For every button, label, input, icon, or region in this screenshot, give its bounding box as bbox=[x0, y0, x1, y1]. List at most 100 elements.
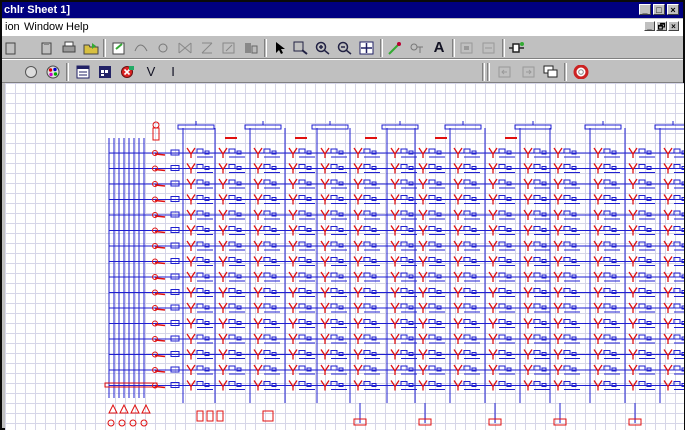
zoom-fit-icon[interactable] bbox=[358, 39, 376, 56]
resize-icon[interactable] bbox=[220, 39, 238, 56]
paste-icon[interactable] bbox=[38, 39, 56, 56]
schematic-trace bbox=[400, 334, 408, 340]
connector-icon[interactable] bbox=[508, 39, 526, 56]
schematic-trace bbox=[330, 210, 338, 216]
open-folder-icon[interactable] bbox=[82, 39, 100, 56]
schematic-trace bbox=[330, 303, 338, 309]
schematic-trace bbox=[638, 179, 646, 185]
schematic-trace bbox=[263, 257, 271, 262]
list-icon[interactable] bbox=[74, 63, 92, 80]
schematic-trace bbox=[603, 179, 611, 185]
schematic-trace bbox=[154, 168, 166, 172]
toolbar-separator bbox=[66, 63, 69, 81]
schematic-trace bbox=[298, 272, 306, 278]
palette-icon[interactable] bbox=[44, 63, 62, 80]
schematic-trace bbox=[298, 350, 306, 355]
schematic-trace bbox=[638, 164, 646, 169]
schematic-trace bbox=[533, 210, 541, 216]
copy-icon[interactable] bbox=[2, 39, 20, 56]
mdi-close-button[interactable]: × bbox=[668, 21, 679, 31]
voltage-probe-button[interactable]: V bbox=[142, 63, 160, 80]
schematic-trace bbox=[533, 241, 541, 247]
schematic-trace bbox=[673, 179, 681, 185]
schematic-trace bbox=[400, 241, 408, 247]
schematic-trace bbox=[428, 257, 436, 262]
new-sheet-icon[interactable] bbox=[110, 39, 128, 56]
schematic-trace bbox=[603, 288, 611, 293]
schematic-trace bbox=[298, 226, 306, 231]
schematic-trace bbox=[154, 230, 166, 234]
schematic-trace bbox=[563, 226, 571, 231]
schematic-trace bbox=[463, 241, 471, 247]
schematic-trace bbox=[330, 365, 338, 371]
schematic-trace bbox=[363, 350, 371, 355]
schematic-trace bbox=[463, 319, 471, 324]
schematic-trace bbox=[498, 148, 506, 154]
toolbar-separator bbox=[103, 39, 106, 57]
netname-icon[interactable] bbox=[408, 39, 426, 56]
wire-icon[interactable] bbox=[132, 39, 150, 56]
schematic-trace bbox=[563, 164, 571, 169]
close-button[interactable]: × bbox=[667, 4, 679, 15]
menu-item-options[interactable]: ion bbox=[5, 19, 20, 35]
schematic-trace bbox=[463, 179, 471, 185]
rotate-icon[interactable] bbox=[198, 39, 216, 56]
schematic-trace bbox=[196, 319, 204, 324]
schematic-trace bbox=[428, 148, 436, 154]
circle-icon[interactable] bbox=[22, 63, 40, 80]
schematic-trace bbox=[400, 179, 408, 185]
zoom-in-icon[interactable] bbox=[314, 39, 332, 56]
schematic-trace bbox=[228, 350, 236, 355]
maximize-button[interactable]: □ bbox=[653, 4, 665, 15]
mirror-icon[interactable] bbox=[176, 39, 194, 56]
schematic-trace bbox=[498, 195, 506, 200]
schematic-trace bbox=[533, 226, 541, 231]
back-icon[interactable] bbox=[496, 63, 514, 80]
menu-item-window[interactable]: Window bbox=[24, 19, 63, 35]
schematic-trace bbox=[263, 334, 271, 340]
schematic-trace bbox=[673, 365, 681, 371]
schematic-trace bbox=[673, 350, 681, 355]
zoom-out-icon[interactable] bbox=[336, 39, 354, 56]
title-bar[interactable]: chlr Sheet 1] _ □ × bbox=[2, 2, 683, 18]
text-icon[interactable]: A bbox=[430, 39, 448, 56]
component-icon[interactable] bbox=[242, 39, 260, 56]
schematic-trace bbox=[428, 288, 436, 293]
schematic-trace bbox=[428, 319, 436, 324]
schematic-trace bbox=[196, 381, 204, 386]
schematic-trace bbox=[603, 257, 611, 262]
schematic-trace bbox=[130, 403, 140, 414]
forward-icon[interactable] bbox=[520, 63, 538, 80]
mdi-minimize-button[interactable]: _ bbox=[644, 21, 655, 31]
probe-icon[interactable] bbox=[386, 39, 404, 56]
delete-icon[interactable] bbox=[118, 63, 136, 80]
print-icon[interactable] bbox=[60, 39, 78, 56]
layers-icon[interactable] bbox=[480, 39, 498, 56]
schematic-trace bbox=[119, 403, 129, 414]
schematic-trace bbox=[428, 226, 436, 231]
cascade-icon[interactable] bbox=[542, 63, 560, 80]
zoom-area-icon[interactable] bbox=[292, 39, 310, 56]
current-probe-button[interactable]: I bbox=[164, 63, 182, 80]
schematic-trace bbox=[154, 246, 166, 249]
schematic-trace bbox=[196, 241, 204, 247]
schematic-trace bbox=[673, 288, 681, 293]
schematic-trace bbox=[363, 210, 371, 216]
schematic-trace bbox=[298, 210, 306, 216]
menu-bar: ion Window Help _ 🗗 × bbox=[2, 19, 683, 35]
schematic-trace bbox=[498, 350, 506, 355]
schematic-trace bbox=[363, 226, 371, 231]
help-icon[interactable] bbox=[572, 63, 590, 80]
minimize-button[interactable]: _ bbox=[639, 4, 651, 15]
schematic-trace bbox=[363, 381, 371, 386]
bus-icon[interactable] bbox=[154, 39, 172, 56]
schematic-trace bbox=[533, 303, 541, 309]
schematic-trace bbox=[673, 241, 681, 247]
pointer-icon[interactable] bbox=[270, 39, 288, 56]
schematic-canvas[interactable] bbox=[5, 83, 684, 430]
mdi-restore-button[interactable]: 🗗 bbox=[656, 21, 667, 31]
grid-icon[interactable] bbox=[458, 39, 476, 56]
calendar-icon[interactable] bbox=[96, 63, 114, 80]
schematic-trace bbox=[363, 303, 371, 309]
menu-item-help[interactable]: Help bbox=[66, 19, 89, 35]
